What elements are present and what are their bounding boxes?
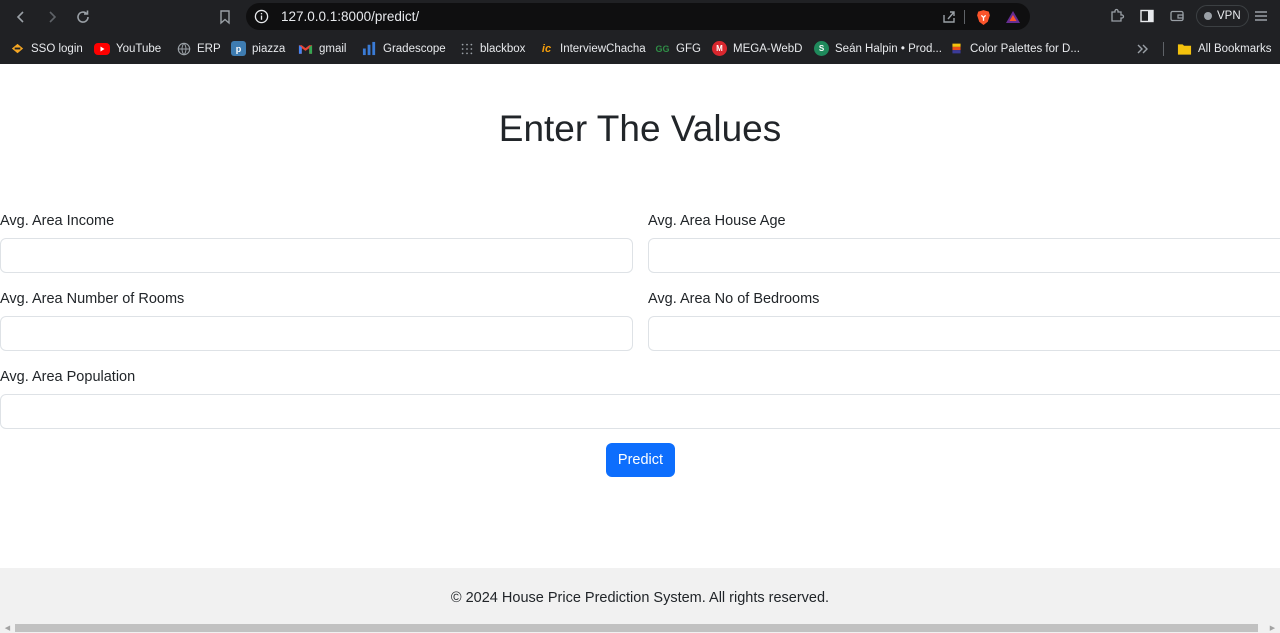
predict-button[interactable]: Predict <box>606 443 675 477</box>
bookmark-item[interactable]: ERP <box>176 40 221 57</box>
wallet-button[interactable] <box>1168 7 1186 25</box>
share-icon <box>943 11 955 23</box>
gradescope-icon <box>362 41 377 56</box>
bookmark-label: MEGA-WebD <box>733 42 803 55</box>
menu-button[interactable] <box>1252 7 1270 25</box>
house-age-input[interactable] <box>648 238 1280 273</box>
bookmark-label: GFG <box>676 42 701 55</box>
bookmark-item[interactable]: gmail <box>298 40 346 57</box>
income-label: Avg. Area Income <box>0 213 115 229</box>
youtube-icon <box>94 42 110 55</box>
bookmark-item[interactable]: ic InterviewChacha <box>539 40 646 57</box>
bedrooms-input[interactable] <box>648 316 1280 351</box>
bookmark-item[interactable]: Color Palettes for D... <box>949 40 1080 57</box>
bookmark-item[interactable]: SSO login <box>10 40 83 57</box>
forward-button[interactable] <box>41 6 63 28</box>
bookmark-item[interactable]: blackbox <box>459 40 525 57</box>
bookmark-item[interactable]: GG GFG <box>655 40 701 57</box>
mega-icon: M <box>712 41 727 56</box>
bookmark-label: Color Palettes for D... <box>970 42 1080 55</box>
divider <box>1163 42 1164 56</box>
bookmark-label: blackbox <box>480 42 526 55</box>
browser-toolbar: 127.0.0.1:8000/predict/ VPN <box>0 0 1280 33</box>
brave-lion-icon <box>976 9 990 25</box>
bookmark-label: ERP <box>197 42 221 55</box>
scroll-left-arrow-icon[interactable]: ◀ <box>3 623 12 632</box>
globe-icon <box>176 41 191 56</box>
bookmark-label: gmail <box>319 42 347 55</box>
bookmark-label: YouTube <box>116 42 162 55</box>
page-title: Enter The Values <box>498 108 782 149</box>
bookmark-label: InterviewChacha <box>560 42 646 55</box>
sidebar-toggle-button[interactable] <box>1138 7 1156 25</box>
all-bookmarks-label: All Bookmarks <box>1198 42 1272 55</box>
interviewchacha-icon: ic <box>541 42 552 55</box>
puzzle-icon <box>1111 8 1125 22</box>
hamburger-menu-icon <box>1255 11 1267 21</box>
footer-copyright: © 2024 House Price Prediction System. Al… <box>450 589 830 606</box>
bookmark-label: SSO login <box>31 42 83 55</box>
reload-button[interactable] <box>72 6 94 28</box>
bookmark-icon <box>220 10 230 25</box>
reload-icon <box>77 10 89 23</box>
bookmarks-bar: SSO login YouTube ERP p piazza gmail Gra… <box>0 33 1280 64</box>
rooms-input[interactable] <box>0 316 633 351</box>
vpn-label: VPN <box>1217 10 1241 22</box>
folder-icon <box>1177 41 1192 56</box>
forward-arrow-icon <box>49 11 57 23</box>
population-label: Avg. Area Population <box>0 369 136 385</box>
rooms-label: Avg. Area Number of Rooms <box>0 291 185 307</box>
url-text[interactable]: 127.0.0.1:8000/predict/ <box>281 9 419 24</box>
more-bookmarks-chevron-icon[interactable] <box>1134 41 1150 57</box>
brave-shields-button[interactable] <box>974 8 992 26</box>
extensions-button[interactable] <box>1108 7 1126 25</box>
share-button[interactable] <box>940 8 958 26</box>
browser-chrome: 127.0.0.1:8000/predict/ VPN SSO login Yo… <box>0 0 1280 64</box>
piazza-icon: p <box>231 41 246 56</box>
horizontal-scrollbar[interactable]: ◀ ▶ <box>0 622 1280 633</box>
blackbox-icon <box>459 41 474 56</box>
bookmark-item[interactable]: M MEGA-WebD <box>712 40 802 57</box>
sso-icon <box>10 41 25 56</box>
s-icon: S <box>814 41 829 56</box>
palette-icon <box>949 41 964 56</box>
brave-rewards-button[interactable] <box>1004 8 1022 26</box>
vpn-status-icon <box>1204 12 1212 20</box>
bookmark-label: Gradescope <box>383 42 446 55</box>
site-info-icon[interactable] <box>254 9 269 24</box>
wallet-icon <box>1170 10 1184 22</box>
bedrooms-label: Avg. Area No of Bedrooms <box>648 291 820 307</box>
bookmark-page-button[interactable] <box>214 6 236 28</box>
gfg-icon: GG <box>655 43 670 54</box>
scroll-right-arrow-icon[interactable]: ▶ <box>1268 623 1277 632</box>
bookmark-item[interactable]: YouTube <box>94 40 161 57</box>
divider <box>964 10 965 24</box>
address-bar[interactable]: 127.0.0.1:8000/predict/ <box>246 3 1030 30</box>
footer: © 2024 House Price Prediction System. Al… <box>0 568 1280 627</box>
house-age-label: Avg. Area House Age <box>648 213 786 229</box>
back-arrow-icon <box>16 11 24 23</box>
bookmark-item[interactable]: S Seán Halpin • Prod... <box>814 40 942 57</box>
bookmark-item[interactable]: p piazza <box>231 40 285 57</box>
rewards-triangle-icon <box>1006 11 1020 23</box>
gmail-icon <box>298 41 313 56</box>
all-bookmarks-button[interactable]: All Bookmarks <box>1177 40 1272 57</box>
scrollbar-thumb[interactable] <box>15 624 1258 632</box>
bookmark-label: piazza <box>252 42 286 55</box>
income-input[interactable] <box>0 238 633 273</box>
back-button[interactable] <box>10 6 32 28</box>
sidebar-icon <box>1140 9 1154 23</box>
bookmark-label: Seán Halpin • Prod... <box>835 42 942 55</box>
vpn-button[interactable]: VPN <box>1196 5 1249 27</box>
population-input[interactable] <box>0 394 1280 429</box>
bookmark-item[interactable]: Gradescope <box>362 40 446 57</box>
page-content: Enter The Values Avg. Area Income Avg. A… <box>0 64 1280 633</box>
